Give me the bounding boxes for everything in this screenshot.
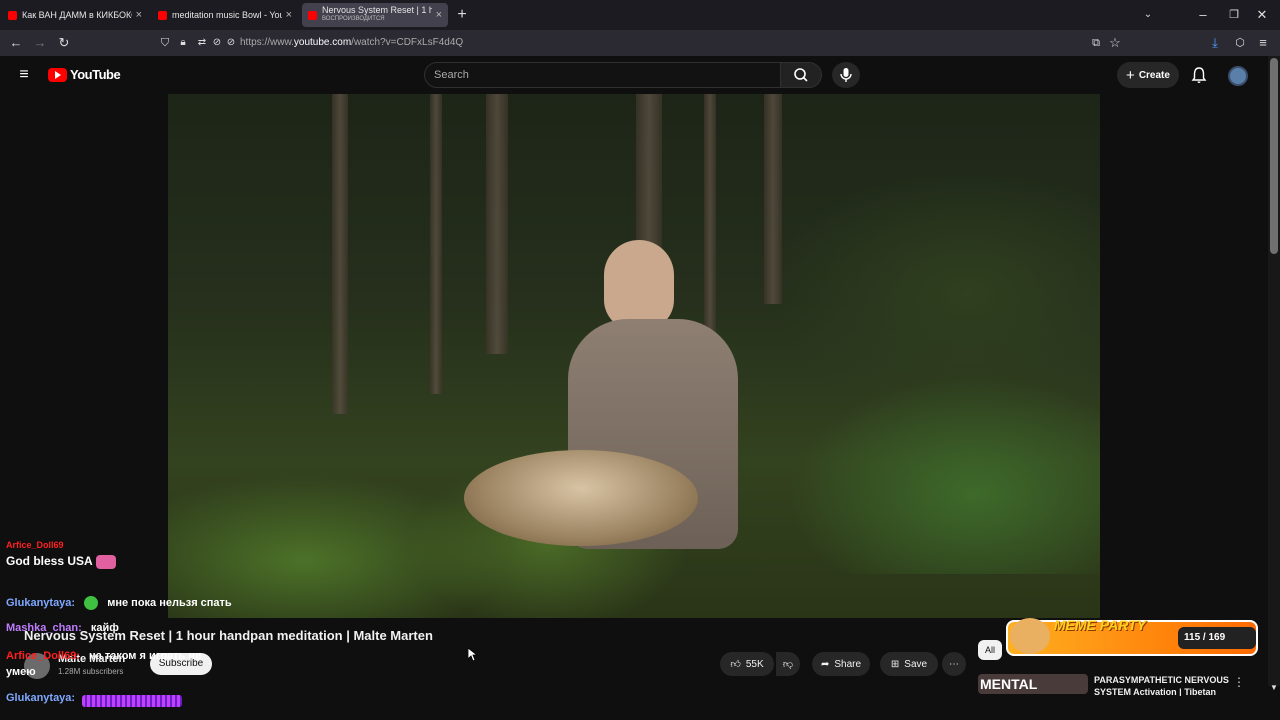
microphone-icon bbox=[840, 68, 852, 82]
fern-foliage bbox=[788, 374, 1100, 574]
address-bar[interactable]: https://www.youtube.com/watch?v=CDFxLsF4… bbox=[240, 37, 463, 48]
meme-party-count: 115 / 169 bbox=[1184, 632, 1226, 643]
more-horizontal-icon: ⋯ bbox=[949, 658, 959, 670]
close-tab-icon[interactable]: × bbox=[136, 9, 142, 21]
downloads-icon[interactable]: ⤓ bbox=[1205, 33, 1225, 53]
doge-face-icon bbox=[1010, 618, 1050, 654]
video-player[interactable] bbox=[168, 94, 1100, 618]
restore-window-icon[interactable]: ❐ bbox=[1224, 5, 1244, 25]
meme-party-counter: 115 / 169 bbox=[1178, 627, 1256, 649]
save-label: Save bbox=[904, 658, 928, 670]
share-arrow-icon: ➦ bbox=[820, 658, 830, 670]
meme-party-title: MEME PARTY bbox=[1054, 617, 1147, 633]
close-tab-icon[interactable]: × bbox=[436, 9, 442, 21]
meme-party-widget: MEME PARTY 115 / 169 bbox=[1006, 617, 1258, 656]
create-button[interactable]: + Create bbox=[1117, 62, 1179, 88]
mouse-cursor-icon bbox=[467, 647, 479, 667]
recommended-thumbnail[interactable]: MENTAL bbox=[978, 674, 1088, 694]
thumbs-up-icon: 👍︎ bbox=[730, 659, 741, 670]
search-icon bbox=[794, 68, 808, 82]
url-domain: youtube.com bbox=[293, 37, 352, 48]
chip-all[interactable]: All bbox=[978, 640, 1002, 660]
chat-message: God bless USA bbox=[6, 554, 116, 569]
back-arrow-icon[interactable]: ← bbox=[6, 33, 26, 53]
browser-tab-active[interactable]: Nervous System Reset | 1 hour ВОСПРОИЗВО… bbox=[302, 3, 448, 27]
close-tab-icon[interactable]: × bbox=[286, 9, 292, 21]
like-button[interactable]: 👍︎ 55K bbox=[720, 652, 774, 676]
youtube-favicon-icon bbox=[158, 10, 167, 20]
minimize-window-icon[interactable]: – bbox=[1193, 5, 1213, 25]
notifications-bell-icon[interactable] bbox=[1190, 66, 1208, 89]
emote-icon bbox=[95, 554, 116, 569]
youtube-logo-text: YouTube bbox=[70, 67, 121, 82]
like-count: 55K bbox=[745, 658, 764, 670]
chat-message: Glukanytaya: bbox=[6, 692, 76, 704]
youtube-favicon-icon bbox=[308, 10, 317, 20]
youtube-play-logo-icon bbox=[48, 67, 67, 82]
tab-playing-status: ВОСПРОИЗВОДИТСЯ bbox=[322, 16, 385, 22]
lock-icon[interactable]: 🔒︎ bbox=[173, 33, 193, 53]
audio-meter-emote bbox=[82, 695, 182, 707]
tab-title: meditation music Bowl - YouTube bbox=[172, 10, 282, 20]
reload-icon[interactable]: ↻ bbox=[54, 33, 74, 53]
chat-message: Glukanytaya: мне пока нельзя спать bbox=[6, 596, 232, 610]
chat-message: Mashka_chan: кайф bbox=[6, 622, 119, 634]
tab-title: Nervous System Reset | 1 hour bbox=[322, 6, 432, 15]
tracking-blocked-icon[interactable]: ⊘ bbox=[221, 33, 241, 53]
scrollbar-thumb[interactable] bbox=[1270, 58, 1278, 254]
shield-icon[interactable]: ⛉ bbox=[155, 33, 175, 53]
search-button[interactable] bbox=[780, 62, 822, 88]
browser-tab[interactable]: Как ВАН ДАММ в КИКБОКСЕР × bbox=[2, 3, 148, 27]
hamburger-menu-icon[interactable]: ≡ bbox=[14, 65, 34, 85]
chat-message: Arfice_Doll69: на таком я играть не умею bbox=[6, 650, 202, 678]
recommended-video-title[interactable]: PARASYMPATHETIC NERVOUS SYSTEM Activatio… bbox=[1094, 674, 1234, 696]
search-input[interactable]: Search bbox=[424, 62, 781, 88]
extensions-icon[interactable]: ⬡ bbox=[1230, 33, 1250, 53]
more-vertical-icon[interactable]: ⋮ bbox=[1229, 672, 1249, 692]
thumbnail-text: MENTAL bbox=[980, 676, 1038, 692]
close-window-icon[interactable]: ✕ bbox=[1252, 5, 1272, 25]
picture-in-picture-icon[interactable]: ⧉ bbox=[1086, 33, 1106, 53]
youtube-logo[interactable]: YouTube bbox=[48, 67, 121, 82]
plus-icon: + bbox=[1126, 66, 1135, 84]
share-label: Share bbox=[834, 658, 862, 670]
thumbs-down-icon: 👎︎ bbox=[782, 659, 794, 670]
tab-list-chevron-icon[interactable]: ⌄ bbox=[1138, 5, 1158, 25]
browser-tab[interactable]: meditation music Bowl - YouTube × bbox=[152, 3, 298, 27]
forward-arrow-icon[interactable]: → bbox=[30, 33, 50, 53]
save-playlist-icon: ⊞ bbox=[890, 658, 900, 670]
account-avatar[interactable] bbox=[1228, 66, 1248, 86]
create-label: Create bbox=[1138, 69, 1170, 81]
save-button[interactable]: ⊞ Save bbox=[880, 652, 938, 676]
new-tab-icon[interactable]: + bbox=[452, 5, 472, 25]
bookmark-star-icon[interactable]: ☆ bbox=[1105, 33, 1125, 53]
dislike-button[interactable]: 👎︎ bbox=[776, 652, 800, 676]
chat-username: Arfice_Doll69 bbox=[6, 540, 64, 550]
app-menu-icon[interactable]: ≡ bbox=[1253, 33, 1273, 53]
more-actions-button[interactable]: ⋯ bbox=[942, 652, 966, 676]
scroll-down-arrow-icon[interactable]: ▼ bbox=[1264, 678, 1280, 698]
url-prefix: https://www. bbox=[240, 37, 294, 48]
voice-search-button[interactable] bbox=[832, 62, 860, 88]
youtube-favicon-icon bbox=[8, 10, 17, 20]
emote-icon bbox=[84, 596, 99, 610]
musician-head bbox=[604, 240, 674, 330]
tab-title: Как ВАН ДАММ в КИКБОКСЕР bbox=[22, 10, 132, 20]
url-path: /watch?v=CDFxLsF4d4Q bbox=[351, 37, 464, 48]
share-button[interactable]: ➦ Share bbox=[812, 652, 870, 676]
